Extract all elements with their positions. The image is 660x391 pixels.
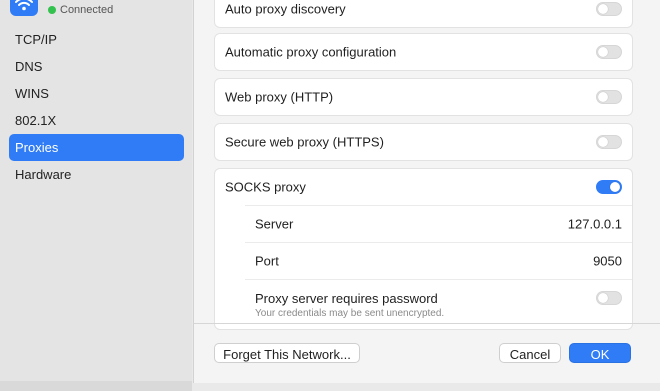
auto-proxy-config-label: Automatic proxy configuration	[225, 44, 397, 60]
footer-divider	[194, 323, 660, 324]
web-proxy-http-label: Web proxy (HTTP)	[225, 89, 334, 105]
forget-network-button[interactable]: Forget This Network...	[214, 343, 360, 363]
secure-web-proxy-card: Secure web proxy (HTTPS)	[214, 123, 633, 161]
sidebar-bottom-edge	[0, 381, 192, 391]
web-proxy-http-card: Web proxy (HTTP)	[214, 78, 633, 116]
status-dot-icon	[48, 6, 56, 14]
socks-proxy-card: SOCKS proxy Server 127.0.0.1 Port 9050 P…	[214, 168, 633, 330]
secure-web-proxy-toggle[interactable]	[596, 135, 622, 149]
socks-server-row: Server 127.0.0.1	[245, 205, 632, 242]
sidebar-nav: TCP/IP DNS WINS 802.1X Proxies Hardware	[9, 26, 184, 188]
web-proxy-http-toggle[interactable]	[596, 90, 622, 104]
auto-proxy-discovery-toggle[interactable]	[596, 2, 622, 16]
ok-button[interactable]: OK	[569, 343, 631, 363]
socks-password-row: Proxy server requires password Your cred…	[245, 279, 632, 324]
socks-port-field[interactable]: 9050	[593, 254, 622, 269]
sidebar-item-dns[interactable]: DNS	[9, 53, 184, 80]
cancel-button[interactable]: Cancel	[499, 343, 561, 363]
auto-proxy-config-row: Automatic proxy configuration	[215, 34, 632, 70]
auto-proxy-discovery-card: Auto proxy discovery	[214, 0, 633, 28]
socks-port-row: Port 9050	[245, 242, 632, 279]
socks-proxy-toggle[interactable]	[596, 180, 622, 194]
socks-server-label: Server	[255, 216, 294, 232]
sidebar-item-8021x[interactable]: 802.1X	[9, 107, 184, 134]
socks-password-label: Proxy server requires password	[255, 291, 438, 306]
secure-web-proxy-row: Secure web proxy (HTTPS)	[215, 124, 632, 160]
socks-proxy-row: SOCKS proxy	[215, 169, 632, 205]
sidebar-item-wins[interactable]: WINS	[9, 80, 184, 107]
socks-proxy-label: SOCKS proxy	[225, 179, 306, 195]
sidebar-item-hardware[interactable]: Hardware	[9, 161, 184, 188]
network-header: Connected	[10, 0, 180, 18]
auto-proxy-discovery-label: Auto proxy discovery	[225, 1, 346, 17]
auto-proxy-config-card: Automatic proxy configuration	[214, 33, 633, 71]
socks-server-field[interactable]: 127.0.0.1	[568, 217, 622, 232]
connection-status: Connected	[48, 4, 113, 16]
socks-password-toggle[interactable]	[596, 291, 622, 305]
sidebar-item-proxies[interactable]: Proxies	[9, 134, 184, 161]
sidebar: Connected TCP/IP DNS WINS 802.1X Proxies…	[0, 0, 192, 391]
auto-proxy-config-toggle[interactable]	[596, 45, 622, 59]
proxies-panel: Auto proxy discovery Automatic proxy con…	[193, 0, 660, 383]
auto-proxy-discovery-row: Auto proxy discovery	[215, 0, 632, 27]
connection-status-text: Connected	[60, 4, 114, 16]
socks-port-label: Port	[255, 253, 279, 269]
socks-password-caption: Your credentials may be sent unencrypted…	[255, 308, 445, 319]
sidebar-item-tcpip[interactable]: TCP/IP	[9, 26, 184, 53]
network-settings-window: Connected TCP/IP DNS WINS 802.1X Proxies…	[0, 0, 660, 391]
web-proxy-http-row: Web proxy (HTTP)	[215, 79, 632, 115]
secure-web-proxy-label: Secure web proxy (HTTPS)	[225, 134, 384, 150]
wifi-icon	[10, 0, 38, 16]
